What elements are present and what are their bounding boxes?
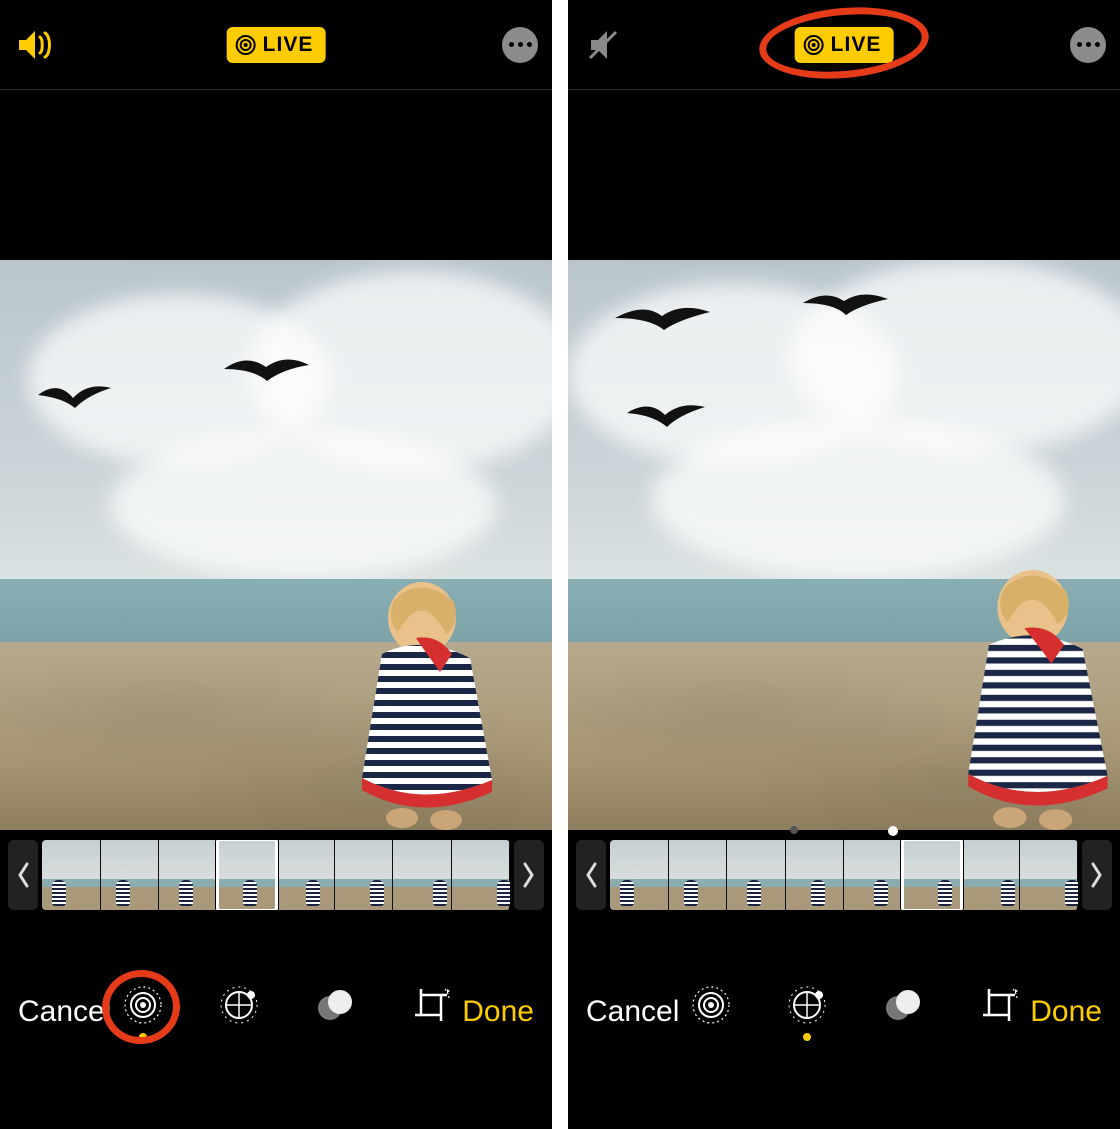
volume-muted-icon[interactable]	[582, 23, 626, 67]
strip-prev-button[interactable]	[8, 840, 38, 910]
more-button[interactable]	[1070, 27, 1106, 63]
keyframe-thumb[interactable]	[961, 840, 1020, 910]
crop-tool[interactable]	[974, 982, 1024, 1042]
strip-next-button[interactable]	[514, 840, 544, 910]
live-target-icon	[803, 34, 825, 56]
keyframe-thumb[interactable]	[669, 840, 728, 910]
live-target-icon	[235, 34, 257, 56]
live-photo-tool[interactable]	[686, 982, 736, 1042]
editor-toolbar: Cancel Do	[0, 920, 552, 1129]
photo-editor-right: LIVE	[568, 0, 1120, 1129]
bird-icon	[623, 397, 709, 433]
crop-tool[interactable]	[406, 982, 456, 1042]
keyframe-scrubber[interactable]	[42, 840, 510, 910]
keyframe-thumb[interactable]	[727, 840, 786, 910]
keyframe-thumb[interactable]	[276, 840, 335, 910]
more-button[interactable]	[502, 27, 538, 63]
volume-on-icon[interactable]	[14, 23, 58, 67]
keyframe-thumb[interactable]	[786, 840, 845, 910]
active-dot-icon	[803, 1033, 811, 1041]
keyframe-selection[interactable]	[901, 840, 964, 910]
keyframe-scrubber[interactable]	[610, 840, 1078, 910]
live-photo-badge[interactable]: LIVE	[227, 27, 326, 63]
filters-tool[interactable]	[878, 982, 928, 1042]
filters-tool[interactable]	[310, 982, 360, 1042]
done-button[interactable]: Done	[1030, 995, 1102, 1029]
keyframe-strip	[0, 830, 552, 920]
editor-toolbar: Cancel Done	[568, 920, 1120, 1129]
bird-icon	[800, 289, 890, 321]
editor-blackspace	[0, 90, 552, 260]
done-button[interactable]: Done	[462, 995, 534, 1029]
keyframe-thumb[interactable]	[844, 840, 903, 910]
keyframe-thumb[interactable]	[335, 840, 394, 910]
photo-preview[interactable]	[0, 260, 552, 830]
keyframe-selection[interactable]	[216, 840, 279, 910]
cancel-button[interactable]: Cancel	[18, 995, 111, 1029]
keyframe-strip	[568, 830, 1120, 920]
keyframe-thumb[interactable]	[393, 840, 452, 910]
adjust-tool[interactable]	[782, 982, 832, 1042]
child-figure	[342, 580, 512, 830]
bird-icon	[221, 351, 311, 387]
keyframe-dots	[568, 826, 1120, 836]
live-photo-badge[interactable]: LIVE	[795, 27, 894, 63]
strip-next-button[interactable]	[1082, 840, 1112, 910]
bird-icon	[33, 380, 113, 420]
keyframe-thumb[interactable]	[610, 840, 669, 910]
adjust-tool[interactable]	[214, 982, 264, 1042]
editor-blackspace	[568, 90, 1120, 260]
photo-preview[interactable]	[568, 260, 1120, 830]
keyframe-thumb[interactable]	[452, 840, 511, 910]
editor-header: LIVE	[0, 0, 552, 90]
keyframe-thumb[interactable]	[101, 840, 160, 910]
strip-prev-button[interactable]	[576, 840, 606, 910]
keyframe-thumb[interactable]	[42, 840, 101, 910]
cancel-button[interactable]: Cancel	[586, 995, 679, 1029]
active-dot-icon	[139, 1033, 147, 1041]
keyframe-thumb[interactable]	[159, 840, 218, 910]
child-figure	[950, 570, 1120, 830]
live-label: LIVE	[263, 33, 314, 57]
live-photo-tool[interactable]	[118, 982, 168, 1042]
photo-editor-left: LIVE	[0, 0, 552, 1129]
keyframe-thumb[interactable]	[1020, 840, 1079, 910]
bird-icon	[612, 300, 712, 338]
editor-header: LIVE	[568, 0, 1120, 90]
live-label: LIVE	[831, 33, 882, 57]
